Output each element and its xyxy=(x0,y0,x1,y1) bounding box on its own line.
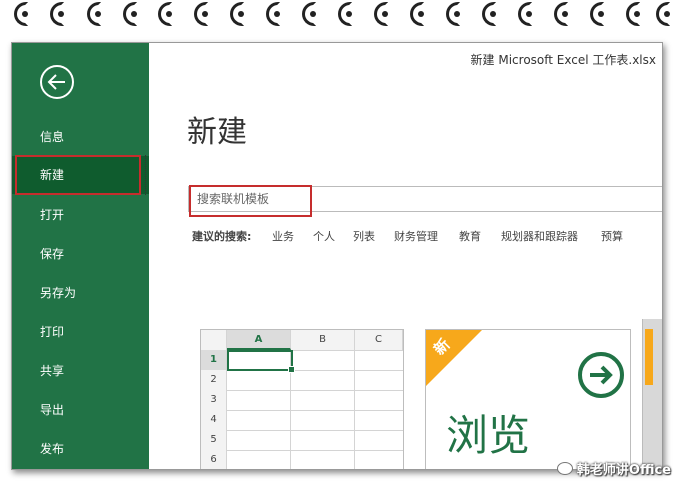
wechat-icon xyxy=(556,462,573,475)
table-row: 4 xyxy=(201,410,403,431)
column-header: A xyxy=(227,330,291,350)
back-button[interactable] xyxy=(40,65,74,99)
column-header: C xyxy=(355,330,403,350)
suggestion-link[interactable]: 列表 xyxy=(353,228,375,244)
backstage-content: 新建 Microsoft Excel 工作表.xlsx 新建 建议的搜索: 业务… xyxy=(149,43,662,469)
suggestion-link[interactable]: 财务管理 xyxy=(394,228,438,244)
cell xyxy=(227,430,291,450)
sidebar-item-new[interactable]: 新建 xyxy=(12,156,149,194)
page-title: 新建 xyxy=(187,115,247,150)
row-header: 4 xyxy=(201,410,227,430)
binding-ring xyxy=(87,2,101,26)
notebook-binding xyxy=(0,0,677,34)
document-title: 新建 Microsoft Excel 工作表.xlsx xyxy=(470,53,656,67)
template-peek-accent xyxy=(645,329,653,385)
template-search-box[interactable] xyxy=(188,186,662,212)
sidebar-item-print[interactable]: 打印 xyxy=(12,313,149,351)
selected-cell-a1 xyxy=(227,350,295,373)
binding-ring xyxy=(626,2,640,26)
row-header: 3 xyxy=(201,390,227,410)
column-header-row: A B C xyxy=(201,330,403,351)
binding-ring xyxy=(50,2,64,26)
binding-ring xyxy=(410,2,424,26)
sidebar-item-save[interactable]: 保存 xyxy=(12,235,149,273)
binding-ring xyxy=(482,2,496,26)
binding-ring xyxy=(230,2,244,26)
cell xyxy=(227,390,291,410)
cell xyxy=(291,430,355,450)
sidebar-item-export[interactable]: 导出 xyxy=(12,391,149,429)
table-row: 5 xyxy=(201,430,403,451)
binding-ring xyxy=(446,2,460,26)
binding-ring xyxy=(266,2,280,26)
cell xyxy=(227,370,291,390)
cell xyxy=(291,350,355,370)
binding-ring xyxy=(590,2,604,26)
column-header: B xyxy=(291,330,355,350)
blank-workbook-template[interactable]: A B C 1 2 3 4 5 6 xyxy=(200,329,404,469)
binding-ring xyxy=(302,2,316,26)
cell xyxy=(291,410,355,430)
arrow-right-icon xyxy=(578,352,624,398)
binding-ring xyxy=(123,2,137,26)
watermark-text: 韩老师讲Office xyxy=(576,463,671,478)
corner-cell xyxy=(201,330,227,350)
suggestion-link[interactable]: 业务 xyxy=(272,228,294,244)
watermark: 韩老师讲Office xyxy=(556,459,671,478)
row-header: 5 xyxy=(201,430,227,450)
suggested-searches-label: 建议的搜索: xyxy=(192,230,252,243)
row-header: 2 xyxy=(201,370,227,390)
tour-template-card[interactable]: 新 浏览 xyxy=(425,329,631,469)
row-header: 1 xyxy=(201,350,227,370)
cell xyxy=(227,410,291,430)
row-header: 6 xyxy=(201,450,227,469)
sidebar-item-open[interactable]: 打开 xyxy=(12,196,149,234)
table-row: 6 xyxy=(201,450,403,469)
tour-card-text: 浏览 xyxy=(446,411,531,460)
template-search-input[interactable] xyxy=(189,187,497,211)
suggestion-link[interactable]: 预算 xyxy=(601,228,623,244)
cell xyxy=(291,390,355,410)
binding-ring xyxy=(656,2,670,26)
suggestion-link[interactable]: 个人 xyxy=(313,228,335,244)
suggestion-link[interactable]: 教育 xyxy=(459,228,481,244)
cell xyxy=(291,450,355,469)
binding-ring xyxy=(14,2,28,26)
binding-ring xyxy=(158,2,172,26)
cell xyxy=(291,370,355,390)
binding-ring xyxy=(518,2,532,26)
binding-ring xyxy=(554,2,568,26)
binding-ring xyxy=(338,2,352,26)
backstage-sidebar: 信息 新建 打开 保存 另存为 打印 共享 导出 发布 xyxy=(12,43,149,469)
excel-backstage-window: 信息 新建 打开 保存 另存为 打印 共享 导出 发布 新建 Microsoft… xyxy=(11,42,663,470)
binding-ring xyxy=(374,2,388,26)
sidebar-item-publish[interactable]: 发布 xyxy=(12,430,149,468)
table-row: 2 xyxy=(201,370,403,391)
focus-dotted-line xyxy=(145,155,146,195)
cell xyxy=(227,450,291,469)
suggestion-link[interactable]: 规划器和跟踪器 xyxy=(501,228,578,244)
next-template-peek[interactable] xyxy=(642,319,662,469)
back-arrow-icon xyxy=(47,74,65,90)
sidebar-item-info[interactable]: 信息 xyxy=(12,118,149,156)
sidebar-item-save-as[interactable]: 另存为 xyxy=(12,274,149,312)
binding-ring xyxy=(194,2,208,26)
table-row: 3 xyxy=(201,390,403,411)
sidebar-item-share[interactable]: 共享 xyxy=(12,352,149,390)
